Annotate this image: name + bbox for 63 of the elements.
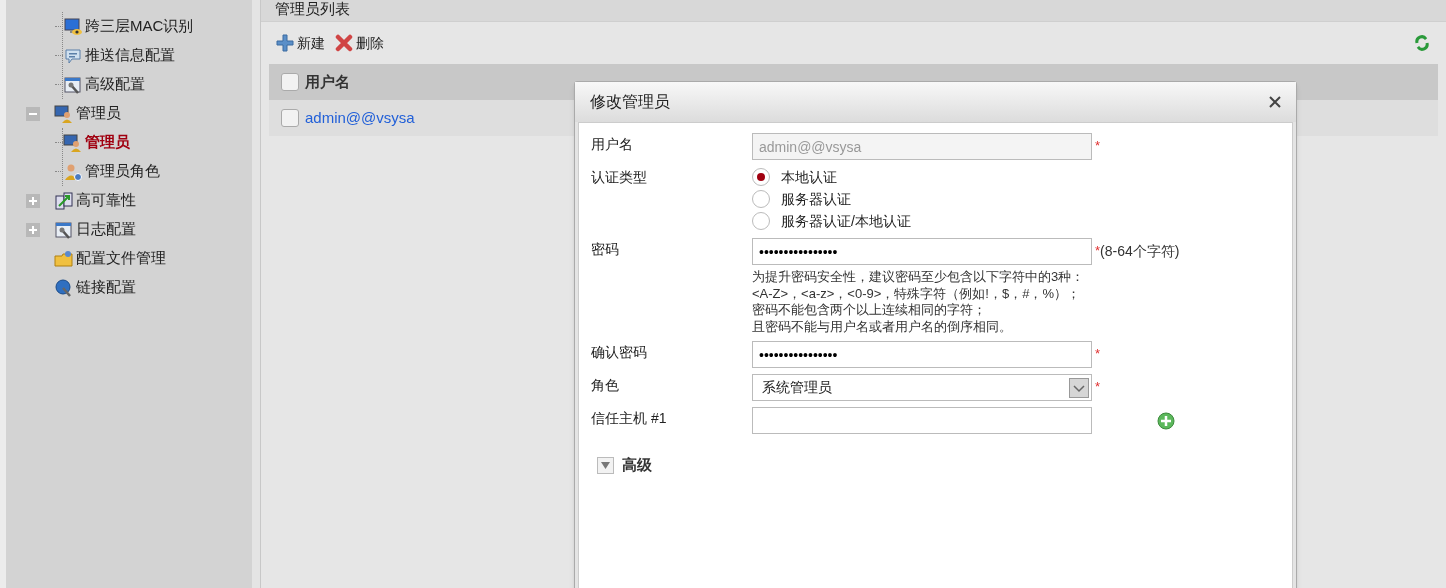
radio-button[interactable]	[752, 168, 770, 186]
collapse-toggle[interactable]	[26, 106, 40, 121]
dialog-title: 修改管理员	[590, 92, 671, 112]
tree-item[interactable]: 链接配置	[76, 276, 136, 299]
required-mark: *	[1095, 345, 1101, 363]
toolbar-button[interactable]: 删除	[335, 32, 384, 54]
admin-monitor-icon	[54, 103, 74, 124]
panel-title: 管理员列表	[275, 0, 350, 18]
required-mark: *	[1095, 378, 1101, 396]
globe-wrench-icon	[54, 277, 74, 298]
swap-arrows-icon	[54, 190, 74, 211]
close-icon[interactable]	[1269, 96, 1281, 108]
tree-item[interactable]: 日志配置	[76, 218, 136, 241]
expand-toggle[interactable]	[26, 193, 40, 208]
admin-monitor-icon	[63, 132, 83, 153]
role-select[interactable]: 系统管理员	[752, 374, 1092, 401]
advanced-label: 高级	[622, 455, 652, 475]
password-field[interactable]: ••••••••••••••••	[752, 238, 1092, 265]
field-label: 密码	[591, 240, 620, 259]
field-label: 确认密码	[591, 343, 648, 362]
field-label: 角色	[591, 376, 620, 395]
password-rule: 为提升密码安全性，建议密码至少包含以下字符中的3种：	[752, 269, 1086, 286]
tree-item[interactable]: 配置文件管理	[76, 247, 166, 270]
plus-icon	[28, 195, 38, 206]
radio-label: 本地认证	[781, 167, 837, 187]
delete-icon	[335, 34, 353, 52]
add-circle-icon[interactable]	[1157, 411, 1175, 430]
toolbar-button[interactable]: 新建	[276, 32, 325, 54]
field-label: 信任主机 #1	[591, 409, 668, 428]
tree-item[interactable]: 高级配置	[85, 73, 145, 96]
advanced-toggle[interactable]	[597, 456, 614, 474]
password-rule: 密码不能包含两个以上连续相同的字符；	[752, 302, 987, 319]
password-rule: <A-Z>，<a-z>，<0-9>，特殊字符（例如!，$，#，%）；	[752, 285, 1081, 302]
field-label: 认证类型	[591, 168, 648, 187]
expand-toggle[interactable]	[26, 222, 40, 237]
refresh-icon[interactable]	[1413, 34, 1431, 52]
tree-item[interactable]: 推送信息配置	[85, 44, 175, 67]
length-hint: (8-64个字符)	[1100, 242, 1180, 261]
tree-item[interactable]: 管理员角色	[85, 160, 160, 183]
tree-item[interactable]: 管理员	[85, 131, 130, 154]
triangle-icon	[601, 461, 610, 469]
required-mark: *	[1095, 242, 1101, 258]
radio-button[interactable]	[752, 212, 770, 230]
folder-gear-icon	[54, 248, 74, 269]
radio-label: 服务器认证/本地认证	[781, 211, 911, 231]
username-link[interactable]: admin@@vsysa	[305, 106, 415, 130]
password-field[interactable]: ••••••••••••••••	[752, 341, 1092, 368]
plus-icon	[28, 224, 38, 235]
calendar-wrench-icon	[63, 74, 83, 95]
tree-item[interactable]: 跨三层MAC识别	[85, 15, 194, 38]
host-field[interactable]	[752, 407, 1092, 434]
column-header[interactable]: 用户名	[305, 70, 350, 94]
tree-item[interactable]: 管理员	[76, 102, 121, 125]
radio-button[interactable]	[752, 190, 770, 208]
checkbox[interactable]	[281, 73, 299, 91]
password-rule: 且密码不能与用户名或者用户名的倒序相同。	[752, 318, 1013, 335]
tree-item[interactable]: 高可靠性	[76, 189, 136, 212]
calendar-wrench-icon	[54, 219, 74, 240]
checkbox[interactable]	[281, 109, 299, 127]
radio-label: 服务器认证	[781, 189, 851, 209]
plus-icon	[276, 34, 294, 52]
required-mark: *	[1095, 137, 1101, 155]
field-label: 用户名	[591, 135, 634, 154]
